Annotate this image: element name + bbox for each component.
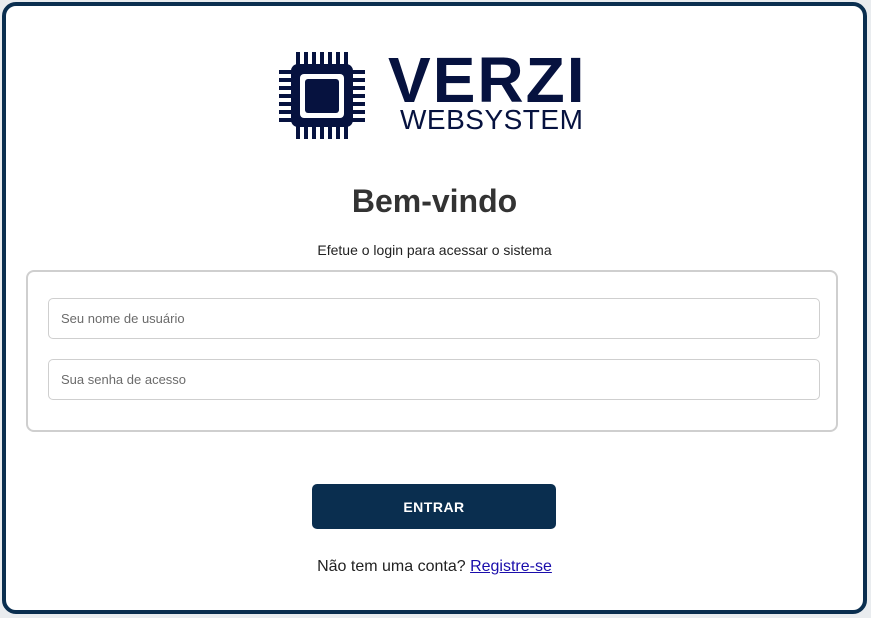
login-card: VERZI WEBSYSTEM Bem-vindo Efetue o login… bbox=[2, 2, 867, 614]
login-button[interactable]: ENTRAR bbox=[312, 484, 556, 529]
login-form bbox=[26, 270, 838, 432]
register-prompt: Não tem uma conta? Registre-se bbox=[6, 558, 863, 576]
page-title: Bem-vindo bbox=[351, 183, 518, 219]
register-prompt-text: Não tem uma conta? bbox=[317, 558, 466, 575]
register-link[interactable]: Registre-se bbox=[470, 558, 552, 575]
password-input[interactable] bbox=[48, 359, 820, 400]
logo-tagline: WEBSYSTEM bbox=[400, 104, 584, 135]
logo-brand-text: VERZI bbox=[388, 44, 587, 116]
page-subtitle: Efetue o login para acessar o sistema bbox=[317, 242, 552, 258]
username-input[interactable] bbox=[48, 298, 820, 339]
verzi-logo: VERZI WEBSYSTEM bbox=[276, 46, 606, 141]
